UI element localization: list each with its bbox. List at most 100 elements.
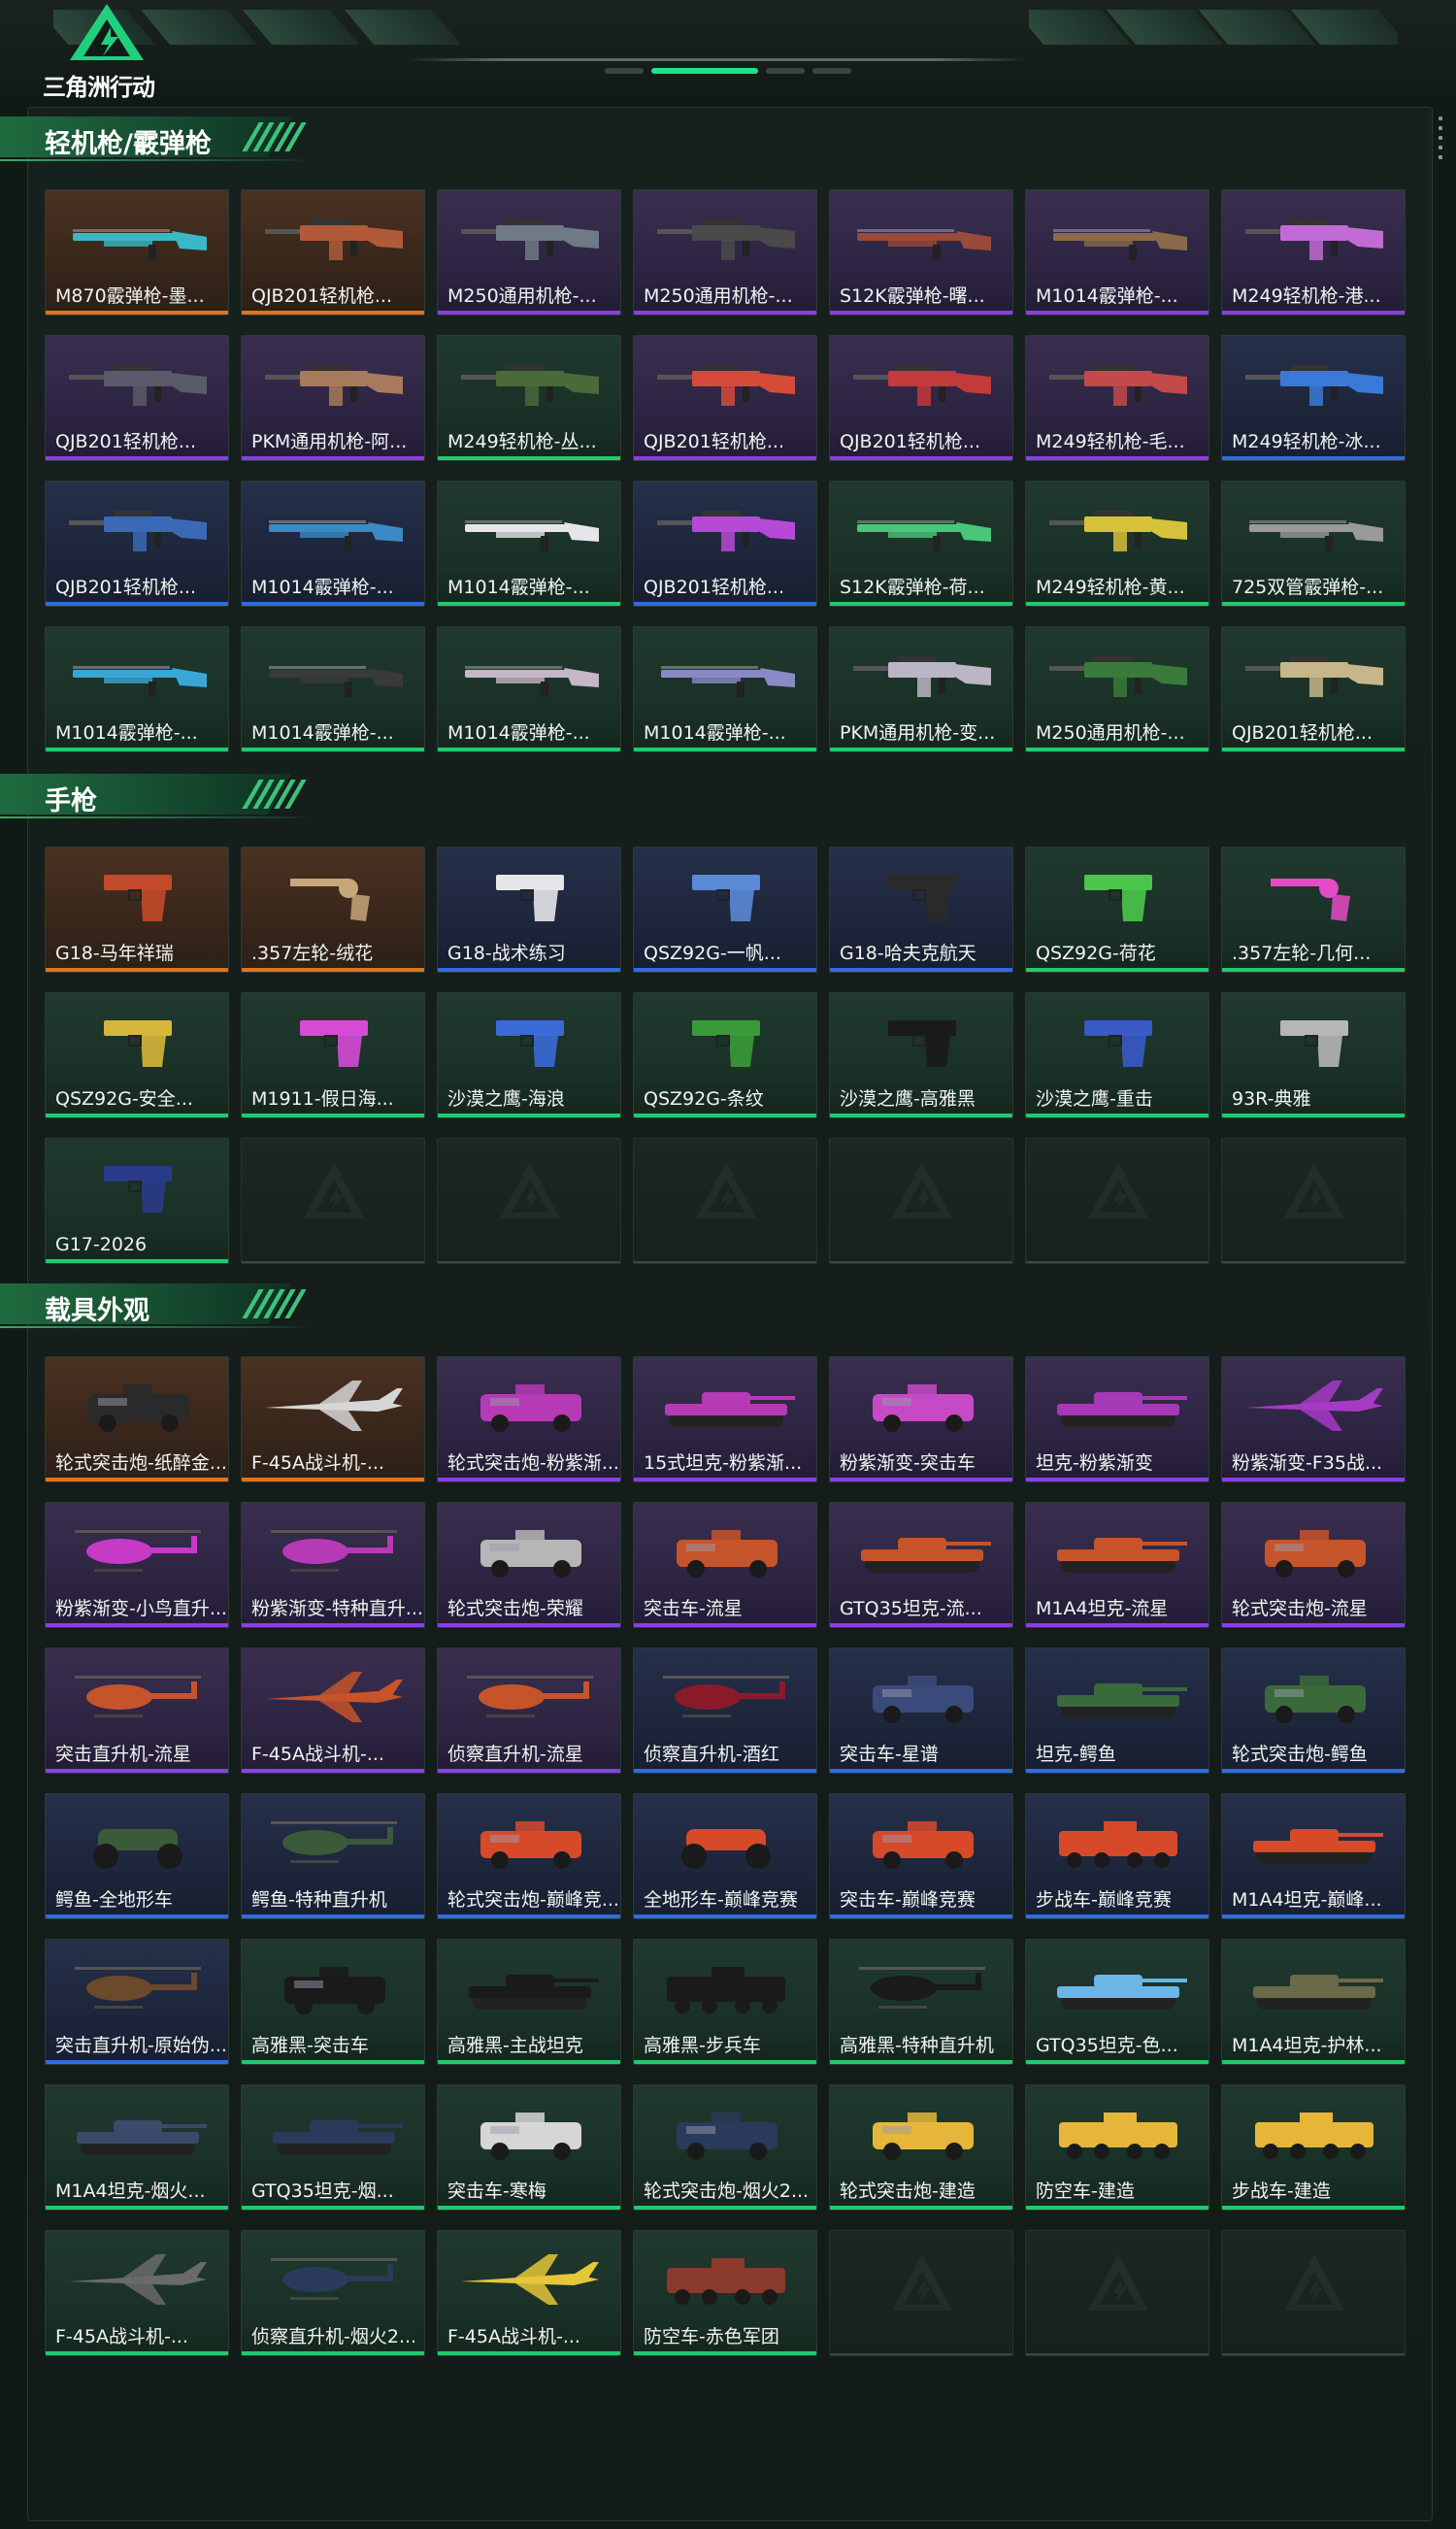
skin-card[interactable]: M250通用机枪-... xyxy=(633,189,817,316)
skin-card[interactable]: 轮式突击炮-建造 xyxy=(829,2084,1013,2211)
skin-card[interactable]: M1014霰弹枪-... xyxy=(1025,189,1209,316)
skin-card[interactable]: F-45A战斗机-... xyxy=(241,1356,425,1482)
skin-card[interactable]: 轮式突击炮-粉紫渐... xyxy=(437,1356,621,1482)
skin-card[interactable]: QSZ92G-荷花 xyxy=(1025,847,1209,973)
skin-card[interactable]: 步战车-建造 xyxy=(1221,2084,1406,2211)
skin-card[interactable]: G18-战术练习 xyxy=(437,847,621,973)
skin-card[interactable]: QJB201轻机枪... xyxy=(829,335,1013,461)
skin-card[interactable]: .357左轮-绒花 xyxy=(241,847,425,973)
skin-card[interactable]: 粉紫渐变-突击车 xyxy=(829,1356,1013,1482)
skin-card[interactable]: M250通用机枪-... xyxy=(1025,626,1209,752)
skin-card[interactable]: 沙漠之鹰-高雅黑 xyxy=(829,992,1013,1118)
skin-card[interactable]: 坦克-鳄鱼 xyxy=(1025,1647,1209,1774)
skin-card[interactable]: M1014霰弹枪-... xyxy=(437,481,621,607)
skin-card[interactable]: 防空车-建造 xyxy=(1025,2084,1209,2211)
skin-card[interactable]: 高雅黑-突击车 xyxy=(241,1939,425,2065)
skin-card[interactable]: M1A4坦克-巅峰... xyxy=(1221,1793,1406,1919)
skin-card[interactable]: M1A4坦克-护林... xyxy=(1221,1939,1406,2065)
skin-card[interactable]: M870霰弹枪-墨... xyxy=(45,189,229,316)
skin-card[interactable]: M249轻机枪-港... xyxy=(1221,189,1406,316)
skin-card[interactable]: QJB201轻机枪... xyxy=(633,335,817,461)
skin-card[interactable]: M1A4坦克-烟火... xyxy=(45,2084,229,2211)
skin-card[interactable]: GTQ35坦克-流... xyxy=(829,1502,1013,1628)
header-decoration-right xyxy=(1029,10,1398,45)
skin-card[interactable]: 鳄鱼-特种直升机 xyxy=(241,1793,425,1919)
skin-card[interactable]: QJB201轻机枪... xyxy=(633,481,817,607)
skin-card[interactable]: 轮式突击炮-流星 xyxy=(1221,1502,1406,1628)
skin-card[interactable]: 725双管霰弹枪-... xyxy=(1221,481,1406,607)
skin-card[interactable]: 突击车-寒梅 xyxy=(437,2084,621,2211)
skin-card[interactable]: 侦察直升机-酒红 xyxy=(633,1647,817,1774)
skin-card[interactable]: 粉紫渐变-特种直升... xyxy=(241,1502,425,1628)
skin-card[interactable]: F-45A战斗机-... xyxy=(45,2230,229,2356)
skin-card[interactable]: M249轻机枪-冰... xyxy=(1221,335,1406,461)
skin-card[interactable]: PKM通用机枪-变... xyxy=(829,626,1013,752)
skin-card[interactable]: 全地形车-巅峰竞赛 xyxy=(633,1793,817,1919)
skin-card[interactable]: QSZ92G-安全... xyxy=(45,992,229,1118)
skin-card[interactable]: 高雅黑-特种直升机 xyxy=(829,1939,1013,2065)
skin-card[interactable]: 侦察直升机-流星 xyxy=(437,1647,621,1774)
skin-card[interactable]: 轮式突击炮-纸醉金... xyxy=(45,1356,229,1482)
skin-card[interactable]: M1014霰弹枪-... xyxy=(45,626,229,752)
skin-card-label: QJB201轻机枪... xyxy=(251,285,392,307)
skin-card[interactable]: M1014霰弹枪-... xyxy=(633,626,817,752)
skin-card[interactable]: 沙漠之鹰-海浪 xyxy=(437,992,621,1118)
skin-card[interactable]: PKM通用机枪-阿... xyxy=(241,335,425,461)
skin-card[interactable]: 步战车-巅峰竞赛 xyxy=(1025,1793,1209,1919)
skin-card-label: 93R-典雅 xyxy=(1232,1088,1311,1110)
placeholder-logo-icon xyxy=(892,2254,952,2311)
skin-card[interactable]: 轮式突击炮-烟火2... xyxy=(633,2084,817,2211)
skin-card[interactable]: 沙漠之鹰-重击 xyxy=(1025,992,1209,1118)
skin-card[interactable]: 15式坦克-粉紫渐... xyxy=(633,1356,817,1482)
skin-card[interactable]: M1A4坦克-流星 xyxy=(1025,1502,1209,1628)
skin-card[interactable]: 突击直升机-流星 xyxy=(45,1647,229,1774)
skin-card[interactable]: 93R-典雅 xyxy=(1221,992,1406,1118)
skin-card[interactable]: M249轻机枪-毛... xyxy=(1025,335,1209,461)
skin-card[interactable]: G18-哈夫克航天 xyxy=(829,847,1013,973)
skin-card[interactable]: M249轻机枪-丛... xyxy=(437,335,621,461)
skin-card[interactable]: M250通用机枪-... xyxy=(437,189,621,316)
skin-card[interactable]: QSZ92G-一帆... xyxy=(633,847,817,973)
skin-card[interactable]: 防空车-赤色军团 xyxy=(633,2230,817,2356)
skin-card[interactable]: S12K霰弹枪-曙... xyxy=(829,189,1013,316)
skin-card[interactable]: QJB201轻机枪... xyxy=(45,335,229,461)
skin-card[interactable]: M1014霰弹枪-... xyxy=(241,626,425,752)
skin-card[interactable]: 高雅黑-主战坦克 xyxy=(437,1939,621,2065)
rarity-bar xyxy=(438,602,620,606)
skin-card[interactable]: G18-马年祥瑞 xyxy=(45,847,229,973)
armored-car-icon xyxy=(46,1357,228,1452)
skin-card[interactable]: 粉紫渐变-F35战... xyxy=(1221,1356,1406,1482)
skin-card[interactable]: GTQ35坦克-色... xyxy=(1025,1939,1209,2065)
skin-card[interactable]: QJB201轻机枪... xyxy=(241,189,425,316)
section-title: 载具外观 xyxy=(45,1296,149,1326)
skin-card[interactable]: M1911-假日海... xyxy=(241,992,425,1118)
skin-card[interactable]: 突击车-星谱 xyxy=(829,1647,1013,1774)
skin-card[interactable]: M1014霰弹枪-... xyxy=(437,626,621,752)
skin-card[interactable]: QSZ92G-条纹 xyxy=(633,992,817,1118)
skin-card-label: 高雅黑-特种直升机 xyxy=(840,2035,994,2056)
skin-card[interactable]: 轮式突击炮-荣耀 xyxy=(437,1502,621,1628)
skin-card[interactable]: 轮式突击炮-鳄鱼 xyxy=(1221,1647,1406,1774)
skin-card[interactable]: 鳄鱼-全地形车 xyxy=(45,1793,229,1919)
skin-card[interactable]: 突击车-流星 xyxy=(633,1502,817,1628)
scroll-indicator[interactable] xyxy=(1439,116,1442,165)
skin-card[interactable]: 粉紫渐变-小鸟直升... xyxy=(45,1502,229,1628)
skin-card[interactable]: GTQ35坦克-烟... xyxy=(241,2084,425,2211)
skin-card[interactable]: 突击车-巅峰竞赛 xyxy=(829,1793,1013,1919)
skin-card[interactable]: S12K霰弹枪-荷... xyxy=(829,481,1013,607)
skin-card[interactable]: F-45A战斗机-... xyxy=(241,1647,425,1774)
skin-card[interactable]: M249轻机枪-黄... xyxy=(1025,481,1209,607)
skin-card[interactable]: F-45A战斗机-... xyxy=(437,2230,621,2356)
skin-card[interactable]: G17-2026 xyxy=(45,1138,229,1264)
skin-card[interactable]: 突击直升机-原始伪... xyxy=(45,1939,229,2065)
rarity-bar xyxy=(830,968,1012,972)
skin-card-label: 725双管霰弹枪-... xyxy=(1232,577,1384,598)
skin-card[interactable]: 坦克-粉紫渐变 xyxy=(1025,1356,1209,1482)
skin-card[interactable]: 侦察直升机-烟火2... xyxy=(241,2230,425,2356)
skin-card[interactable]: 高雅黑-步兵车 xyxy=(633,1939,817,2065)
skin-card[interactable]: QJB201轻机枪... xyxy=(45,481,229,607)
skin-card[interactable]: 轮式突击炮-巅峰竞... xyxy=(437,1793,621,1919)
skin-card[interactable]: M1014霰弹枪-... xyxy=(241,481,425,607)
skin-card[interactable]: .357左轮-几何... xyxy=(1221,847,1406,973)
skin-card[interactable]: QJB201轻机枪... xyxy=(1221,626,1406,752)
